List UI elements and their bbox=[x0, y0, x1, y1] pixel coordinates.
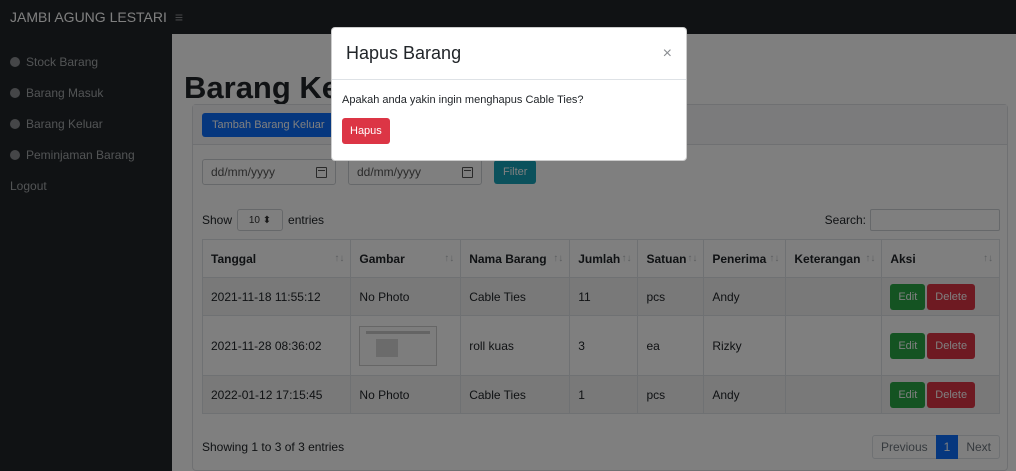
confirm-delete-button[interactable]: Hapus bbox=[342, 118, 390, 144]
modal-title: Hapus Barang bbox=[346, 43, 462, 63]
modal-body: Apakah anda yakin ingin menghapus Cable … bbox=[332, 80, 686, 144]
modal-message: Apakah anda yakin ingin menghapus Cable … bbox=[342, 94, 584, 106]
modal-header: Hapus Barang × bbox=[332, 28, 686, 80]
delete-confirm-modal: Hapus Barang × Apakah anda yakin ingin m… bbox=[331, 27, 687, 161]
close-icon[interactable]: × bbox=[663, 45, 672, 63]
